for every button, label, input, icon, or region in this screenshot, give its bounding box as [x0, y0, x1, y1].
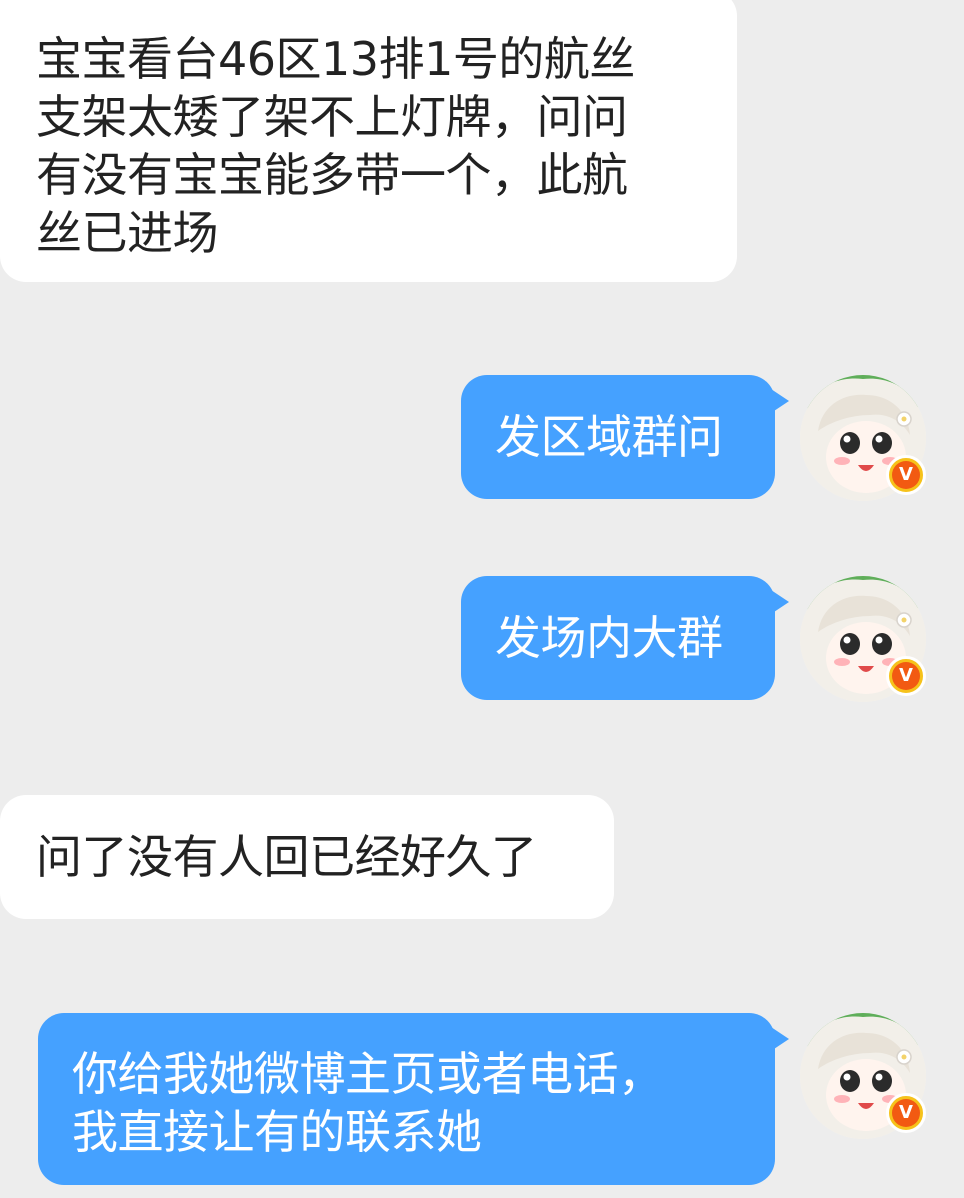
- outgoing-message-bubble[interactable]: 发区域群问: [461, 375, 789, 499]
- incoming-message-bubble[interactable]: 宝宝看台46区13排1号的航丝 支架太矮了架不上灯牌，问问 有没有宝宝能多带一个…: [0, 0, 737, 282]
- outgoing-message-bubble[interactable]: 发场内大群: [461, 576, 789, 700]
- avatar[interactable]: V: [800, 1013, 926, 1139]
- message-text: 发区域群问: [495, 410, 723, 464]
- verified-badge-icon: V: [886, 1093, 926, 1133]
- incoming-message-bubble[interactable]: 问了没有人回已经好久了: [0, 795, 614, 919]
- avatar[interactable]: V: [800, 576, 926, 702]
- verified-badge-icon: V: [886, 656, 926, 696]
- message-text: 你给我她微博主页或者电话， 我直接让有的联系她: [72, 1047, 664, 1159]
- message-text: 宝宝看台46区13排1号的航丝 支架太矮了架不上灯牌，问问 有没有宝宝能多带一个…: [36, 32, 635, 260]
- message-text: 问了没有人回已经好久了: [36, 830, 537, 884]
- verified-badge-icon: V: [886, 455, 926, 495]
- message-text: 发场内大群: [495, 611, 723, 665]
- outgoing-message-bubble[interactable]: 你给我她微博主页或者电话， 我直接让有的联系她: [38, 1013, 789, 1185]
- avatar[interactable]: V: [800, 375, 926, 501]
